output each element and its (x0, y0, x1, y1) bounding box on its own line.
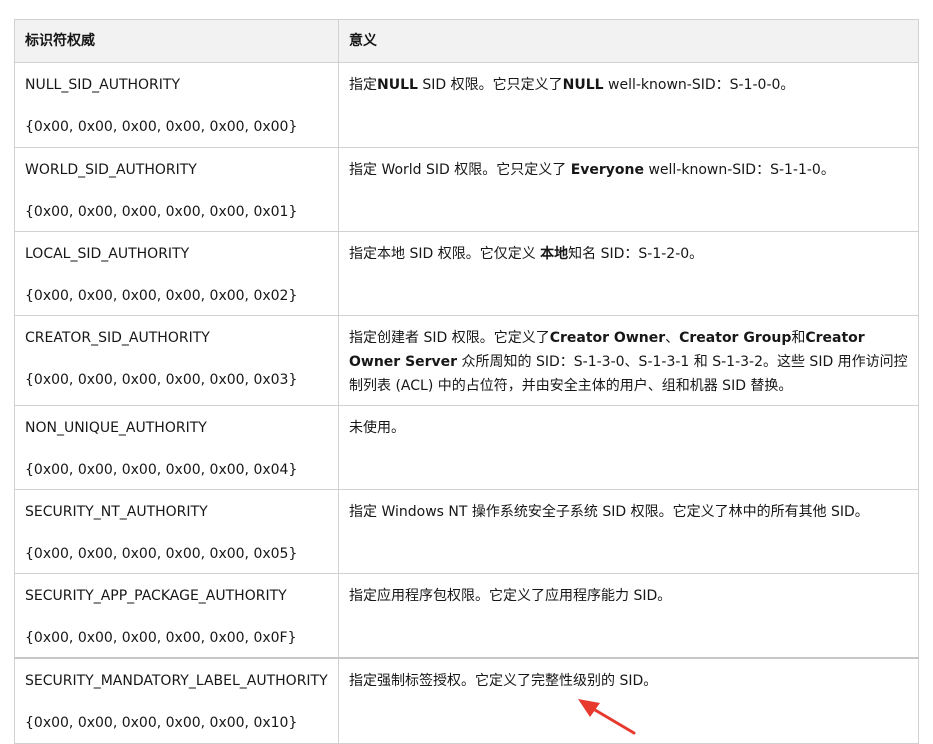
bold-term: NULL (377, 77, 418, 93)
table-row: NULL_SID_AUTHORITY {0x00, 0x00, 0x00, 0x0… (14, 62, 919, 148)
bold-term: Creator Group (679, 330, 792, 346)
description-text: 指定 (349, 77, 377, 93)
table-row: SECURITY_NT_AUTHORITY {0x00, 0x00, 0x00, … (14, 489, 919, 574)
identifier-cell: CREATOR_SID_AUTHORITY {0x00, 0x00, 0x00, … (14, 315, 339, 406)
meaning-cell: 指定应用程序包权限。它定义了应用程序能力 SID。 (338, 573, 919, 658)
table-row: WORLD_SID_AUTHORITY {0x00, 0x00, 0x00, 0x… (14, 147, 919, 232)
authority-name: NULL_SID_AUTHORITY (25, 77, 180, 93)
authority-name: NON_UNIQUE_AUTHORITY (25, 420, 207, 436)
meaning-cell: 指定NULL SID 权限。它只定义了NULL well-known-SID：S… (338, 62, 919, 148)
identifier-cell: SECURITY_NT_AUTHORITY {0x00, 0x00, 0x00, … (14, 489, 339, 574)
table-row: SECURITY_APP_PACKAGE_AUTHORITY {0x00, 0x0… (14, 573, 919, 658)
meaning-cell: 未使用。 (338, 405, 919, 490)
authority-value: {0x00, 0x00, 0x00, 0x00, 0x00, 0x03} (25, 372, 298, 388)
authority-value: {0x00, 0x00, 0x00, 0x00, 0x00, 0x10} (25, 714, 298, 731)
description-text: 未使用。 (349, 420, 405, 436)
identifier-cell: SECURITY_MANDATORY_LABEL_AUTHORITY {0x00,… (14, 656, 339, 744)
table-header-row: 标识符权威 意义 (14, 19, 919, 63)
identifier-cell: LOCAL_SID_AUTHORITY {0x00, 0x00, 0x00, 0x… (14, 231, 339, 316)
table-row: CREATOR_SID_AUTHORITY {0x00, 0x00, 0x00, … (14, 315, 919, 406)
sid-authority-table: 标识符权威 意义 NULL_SID_AUTHORITY {0x00, 0x00, … (14, 19, 919, 744)
description-text: 指定本地 SID 权限。它仅定义 (349, 246, 541, 262)
table-row: LOCAL_SID_AUTHORITY {0x00, 0x00, 0x00, 0x… (14, 231, 919, 316)
description-text: 知名 SID：S-1-2-0。 (568, 246, 704, 262)
meaning-cell: 指定 Windows NT 操作系统安全子系统 SID 权限。它定义了林中的所有… (338, 489, 919, 574)
identifier-cell: NON_UNIQUE_AUTHORITY {0x00, 0x00, 0x00, 0… (14, 405, 339, 490)
authority-name: WORLD_SID_AUTHORITY (25, 162, 197, 178)
description-text: 指定 Windows NT 操作系统安全子系统 SID 权限。它定义了林中的所有… (349, 504, 869, 520)
header-identifier: 标识符权威 (14, 19, 339, 63)
description-text: 指定 World SID 权限。它只定义了 (349, 162, 571, 178)
description-text: 指定应用程序包权限。它定义了应用程序能力 SID。 (349, 588, 672, 604)
authority-value: {0x00, 0x00, 0x00, 0x00, 0x00, 0x05} (25, 546, 298, 562)
description-text: well-known-SID：S-1-0-0。 (603, 77, 795, 93)
description-text: 和 (791, 330, 806, 346)
authority-value: {0x00, 0x00, 0x00, 0x00, 0x00, 0x0F} (25, 630, 297, 646)
description-text: 、 (665, 330, 680, 346)
authority-name: SECURITY_APP_PACKAGE_AUTHORITY (25, 588, 287, 604)
authority-value: {0x00, 0x00, 0x00, 0x00, 0x00, 0x00} (25, 119, 298, 135)
meaning-cell: 指定本地 SID 权限。它仅定义 本地知名 SID：S-1-2-0。 (338, 231, 919, 316)
bold-term: NULL (562, 77, 604, 93)
table-body: NULL_SID_AUTHORITY {0x00, 0x00, 0x00, 0x0… (14, 62, 919, 744)
authority-value: {0x00, 0x00, 0x00, 0x00, 0x00, 0x04} (25, 462, 298, 478)
bold-term: 本地 (540, 246, 569, 262)
description-text: SID 权限。它只定义了 (417, 77, 563, 93)
red-arrow-icon (578, 699, 636, 735)
identifier-cell: NULL_SID_AUTHORITY {0x00, 0x00, 0x00, 0x0… (14, 62, 339, 148)
bold-term: Everyone (570, 162, 645, 178)
description-text: 指定强制标签授权。它定义了完整性级别的 SID。 (349, 672, 658, 689)
description-text: well-known-SID：S-1-1-0。 (644, 162, 835, 178)
description-text: 指定创建者 SID 权限。它定义了 (349, 330, 550, 346)
authority-name: LOCAL_SID_AUTHORITY (25, 246, 190, 262)
meaning-cell: 指定 World SID 权限。它只定义了 Everyone well-know… (338, 147, 919, 232)
authority-name: CREATOR_SID_AUTHORITY (25, 330, 210, 346)
bold-term: Creator Owner (549, 330, 666, 346)
authority-value: {0x00, 0x00, 0x00, 0x00, 0x00, 0x01} (25, 204, 298, 220)
authority-name: SECURITY_MANDATORY_LABEL_AUTHORITY (25, 672, 328, 689)
identifier-cell: SECURITY_APP_PACKAGE_AUTHORITY {0x00, 0x0… (14, 573, 339, 658)
header-meaning: 意义 (338, 19, 919, 63)
authority-name: SECURITY_NT_AUTHORITY (25, 504, 208, 520)
authority-value: {0x00, 0x00, 0x00, 0x00, 0x00, 0x02} (25, 288, 298, 304)
table-row: SECURITY_MANDATORY_LABEL_AUTHORITY {0x00,… (14, 656, 919, 744)
meaning-cell: 指定创建者 SID 权限。它定义了Creator Owner、Creator G… (338, 315, 919, 406)
identifier-cell: WORLD_SID_AUTHORITY {0x00, 0x00, 0x00, 0x… (14, 147, 339, 232)
table-row: NON_UNIQUE_AUTHORITY {0x00, 0x00, 0x00, 0… (14, 405, 919, 490)
